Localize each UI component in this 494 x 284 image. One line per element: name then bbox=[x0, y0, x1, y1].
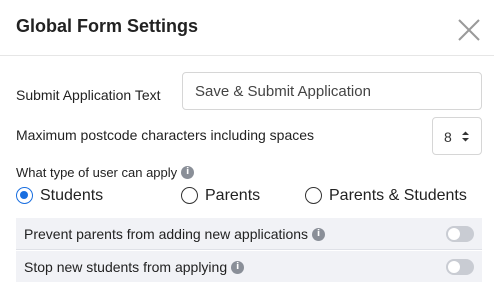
postcode-length-select[interactable]: 8 bbox=[432, 117, 482, 155]
info-icon[interactable]: i bbox=[181, 166, 195, 180]
radio-students-circle[interactable] bbox=[16, 187, 33, 204]
dialog-header: Global Form Settings bbox=[0, 0, 494, 56]
close-icon[interactable] bbox=[456, 17, 482, 43]
global-form-settings-dialog: Global Form Settings Submit Application … bbox=[0, 0, 494, 284]
prevent-parents-toggle[interactable] bbox=[446, 226, 474, 242]
toggle-knob bbox=[448, 228, 460, 240]
postcode-label: Maximum postcode characters including sp… bbox=[16, 127, 315, 143]
radio-parents-label: Parents bbox=[205, 187, 261, 204]
user-type-label: What type of user can apply bbox=[16, 165, 178, 180]
user-type-label-row: What type of user can apply i bbox=[16, 165, 195, 180]
info-icon[interactable]: i bbox=[231, 260, 245, 274]
radio-parents-circle[interactable] bbox=[181, 187, 198, 204]
stop-students-toggle[interactable] bbox=[446, 259, 474, 275]
radio-parents-and-students-label: Parents & Students bbox=[329, 187, 467, 204]
postcode-length-value: 8 bbox=[444, 129, 452, 145]
info-icon[interactable]: i bbox=[312, 227, 326, 241]
submit-text-input[interactable] bbox=[182, 72, 482, 110]
toggle-row-prevent-parents: Prevent parents from adding new applicat… bbox=[16, 218, 482, 250]
toggle-row-stop-students: Stop new students from applying i bbox=[16, 251, 482, 282]
toggle-knob bbox=[448, 261, 460, 273]
radio-students-label: Students bbox=[40, 187, 104, 204]
radio-parents-and-students-circle[interactable] bbox=[305, 187, 322, 204]
submit-text-label: Submit Application Text bbox=[16, 87, 161, 103]
toggle-row-label: Stop new students from applying i bbox=[24, 259, 245, 275]
sort-caret-icon bbox=[462, 131, 469, 142]
dialog-title: Global Form Settings bbox=[16, 16, 199, 36]
stop-students-label: Stop new students from applying bbox=[24, 259, 228, 275]
prevent-parents-label: Prevent parents from adding new applicat… bbox=[24, 226, 309, 242]
toggle-row-label: Prevent parents from adding new applicat… bbox=[24, 226, 326, 242]
